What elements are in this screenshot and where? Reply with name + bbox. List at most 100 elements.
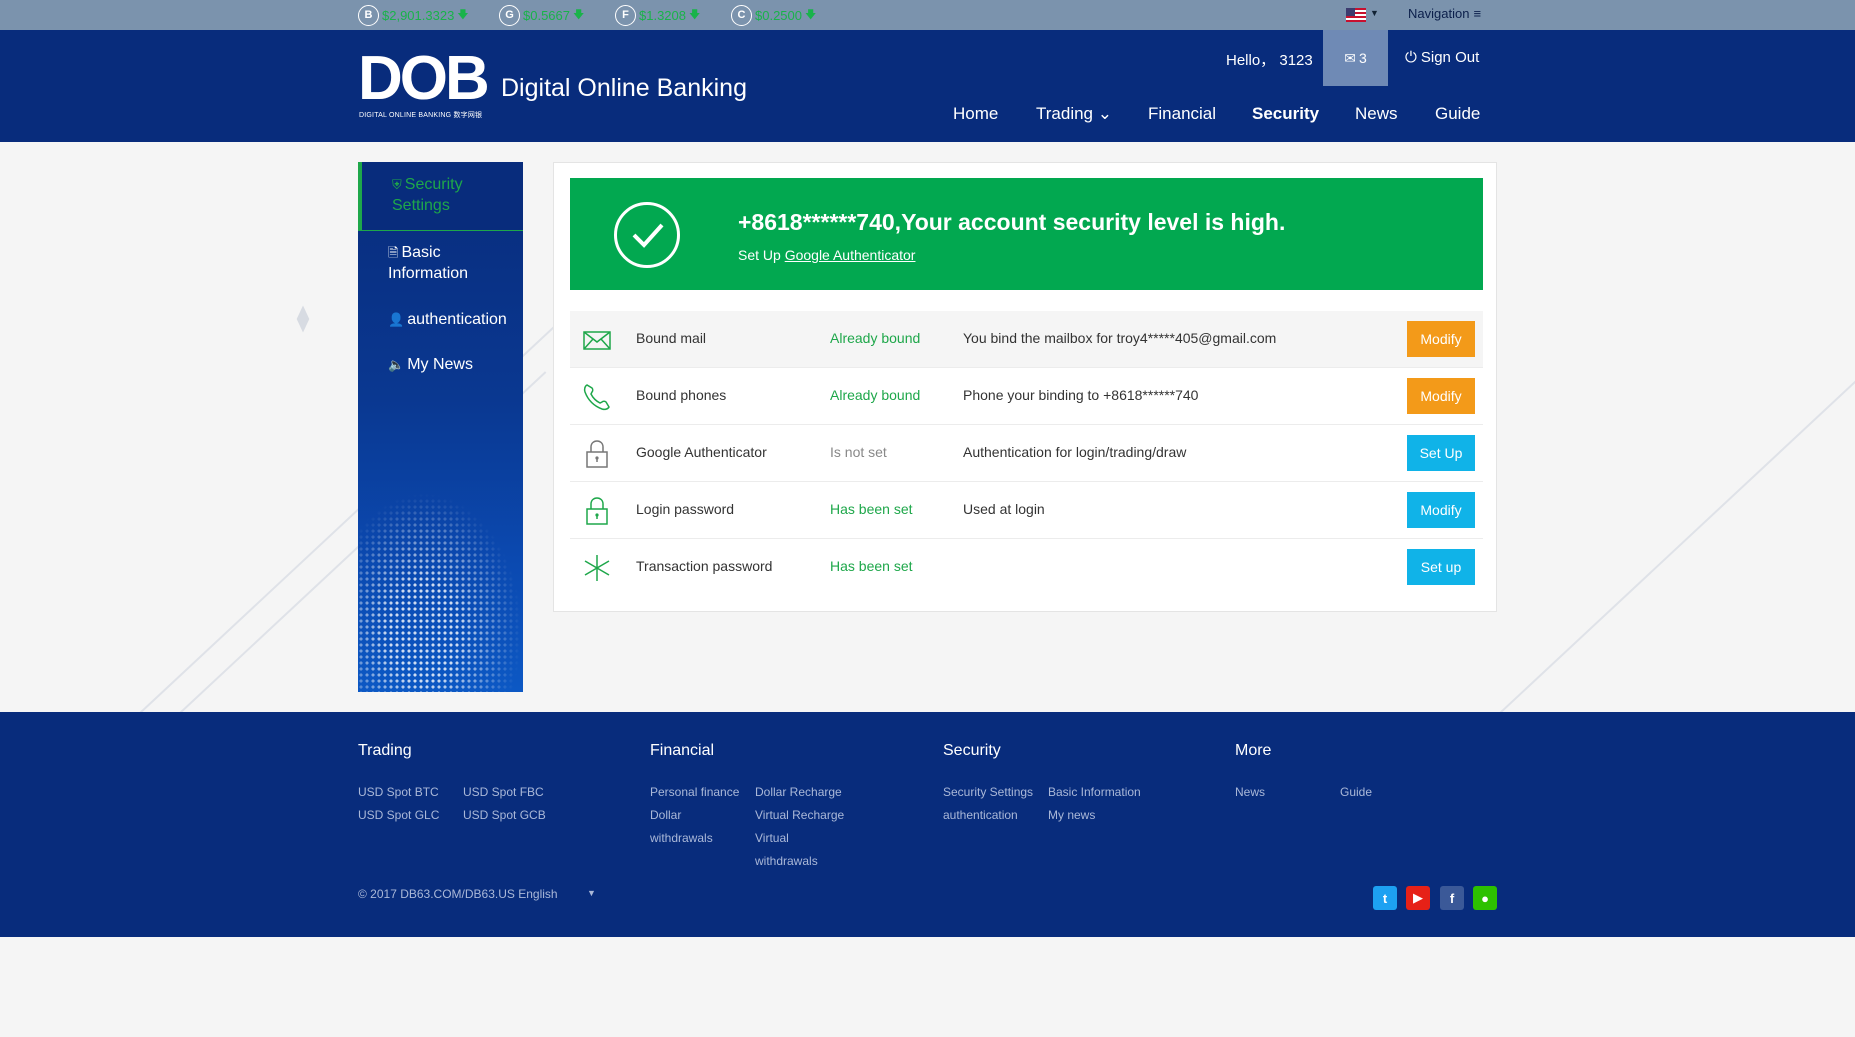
footer-link[interactable]: USD Spot GLC	[358, 808, 439, 822]
sidebar-item-label: authentication	[407, 311, 507, 328]
sign-out-button[interactable]: ⏻ Sign Out	[1405, 49, 1479, 66]
footer-link[interactable]: Personal finance	[650, 785, 739, 799]
footer-link[interactable]: Virtual	[755, 831, 789, 845]
ticker-item[interactable]: B $2,901.3323 🡇	[358, 4, 469, 26]
speaker-icon: 🔈	[388, 357, 405, 372]
nav-security[interactable]: Security	[1252, 104, 1319, 124]
setup-google-authenticator-button[interactable]: Set Up	[1407, 435, 1475, 471]
google-authenticator-link[interactable]: Google Authenticator	[785, 247, 916, 263]
footer-link[interactable]: withdrawals	[755, 854, 818, 868]
footer-heading-financial: Financial	[650, 742, 715, 759]
footer-link[interactable]: Guide	[1340, 785, 1372, 799]
arrow-down-icon: 🡇	[457, 8, 469, 21]
footer-link[interactable]: News	[1235, 785, 1265, 799]
footer-heading-trading: Trading	[358, 742, 412, 759]
row-status: Already bound	[830, 387, 921, 403]
footer-link[interactable]: USD Spot FBC	[463, 785, 544, 799]
asterisk-icon	[584, 555, 610, 581]
shield-icon: ⛨	[392, 177, 402, 192]
ticker-item[interactable]: C $0.2500 🡇	[731, 4, 816, 26]
modify-phone-button[interactable]: Modify	[1407, 378, 1475, 414]
us-flag-icon[interactable]	[1346, 8, 1366, 22]
footer-link[interactable]: USD Spot GCB	[463, 808, 546, 822]
ticker-item[interactable]: G $0.5667 🡇	[499, 4, 584, 26]
footer-link[interactable]: Dollar	[650, 808, 681, 822]
logo[interactable]: DOB DIGITAL ONLINE BANKING 数字网银	[358, 48, 490, 120]
chevron-down-icon: ⌄	[1097, 104, 1112, 123]
footer-link[interactable]: Virtual Recharge	[755, 808, 844, 822]
footer-link[interactable]: Dollar Recharge	[755, 785, 842, 799]
ticker-price: $0.2500	[755, 7, 802, 23]
sidebar-item-label: Security Settings	[392, 176, 463, 214]
wechat-icon[interactable]: ●	[1473, 886, 1497, 910]
language-caret-icon[interactable]: ▼	[587, 888, 596, 898]
sidebar-item-my-news[interactable]: 🔈 My News	[358, 354, 523, 375]
footer-link[interactable]: authentication	[943, 808, 1018, 822]
footer-link[interactable]: My news	[1048, 808, 1095, 822]
nav-news[interactable]: News	[1355, 104, 1398, 124]
bitcoin-icon: B	[358, 4, 379, 26]
facebook-icon[interactable]: f	[1440, 886, 1464, 910]
power-icon: ⏻	[1405, 49, 1417, 66]
footer-link[interactable]: Basic Information	[1048, 785, 1141, 799]
setup-prefix: Set Up	[738, 247, 785, 263]
security-level-title: +8618******740,Your account security lev…	[738, 209, 1286, 235]
row-status: Has been set	[830, 501, 913, 517]
row-status: Is not set	[830, 444, 887, 460]
site-header: DOB DIGITAL ONLINE BANKING 数字网银 Digital …	[0, 30, 1855, 142]
ticker-price: $2,901.3323	[382, 7, 455, 23]
youtube-icon[interactable]: ▶	[1406, 886, 1430, 910]
sidebar-item-authentication[interactable]: 👤 authentication	[358, 309, 523, 330]
nav-trading[interactable]: Trading ⌄	[1036, 104, 1112, 124]
security-row-bound-mail: Bound mail Already bound You bind the ma…	[570, 311, 1483, 368]
row-name: Bound mail	[636, 330, 707, 346]
security-panel: +8618******740,Your account security lev…	[553, 162, 1497, 612]
footer-heading-security: Security	[943, 742, 1001, 759]
hamburger-icon: ≡	[1473, 6, 1482, 21]
price-ticker-bar: B $2,901.3323 🡇 G $0.5667 🡇 F $1.3208 🡇 …	[0, 0, 1855, 30]
ticker-item[interactable]: F $1.3208 🡇	[615, 4, 700, 26]
row-description: You bind the mailbox for troy4*****405@g…	[963, 330, 1277, 346]
message-count: 3	[1358, 50, 1367, 66]
coin-c-icon: C	[731, 4, 752, 26]
arrow-down-icon: 🡇	[689, 8, 701, 21]
arrow-down-icon: 🡇	[573, 8, 585, 21]
footer-link[interactable]: Security Settings	[943, 785, 1033, 799]
footer-link[interactable]: withdrawals	[650, 831, 713, 845]
row-name: Login password	[636, 501, 735, 517]
security-level-banner: +8618******740,Your account security lev…	[570, 178, 1483, 290]
row-description: Used at login	[963, 501, 1045, 517]
document-icon: 🗎	[388, 245, 399, 260]
row-status: Already bound	[830, 330, 921, 346]
checkmark-icon	[614, 202, 680, 268]
twitter-icon[interactable]: t	[1373, 886, 1397, 910]
nav-home[interactable]: Home	[953, 104, 998, 124]
footer-link[interactable]: USD Spot BTC	[358, 785, 439, 799]
background-decor-shape	[296, 305, 310, 333]
arrow-down-icon: 🡇	[805, 8, 817, 21]
modify-login-password-button[interactable]: Modify	[1407, 492, 1475, 528]
row-status: Has been set	[830, 558, 913, 574]
nav-financial[interactable]: Financial	[1148, 104, 1216, 124]
caret-down-icon[interactable]: ▼	[1370, 8, 1379, 18]
sidebar-item-label: Basic Information	[388, 244, 469, 282]
security-row-login-password: Login password Has been set Used at logi…	[570, 482, 1483, 539]
footer-heading-more: More	[1235, 742, 1272, 759]
logo-subtitle: DIGITAL ONLINE BANKING 数字网银	[359, 112, 483, 119]
row-name: Bound phones	[636, 387, 727, 403]
user-greeting: Hello， 3123	[1226, 52, 1313, 69]
nav-guide[interactable]: Guide	[1435, 104, 1480, 124]
navigation-menu[interactable]: Navigation ≡	[1408, 6, 1481, 21]
modify-mail-button[interactable]: Modify	[1407, 321, 1475, 357]
security-row-transaction-password: Transaction password Has been set Set up	[570, 539, 1483, 596]
sidebar-item-security-settings[interactable]: ⛨ Security Settings	[358, 162, 523, 231]
envelope-icon	[583, 331, 611, 350]
messages-button[interactable]: ✉ 3	[1323, 30, 1388, 86]
envelope-icon: ✉	[1344, 49, 1356, 66]
sidebar-item-basic-information[interactable]: 🗎 Basic Information	[358, 242, 523, 284]
security-level-subtitle: Set Up Google Authenticator	[738, 247, 915, 263]
security-row-bound-phones: Bound phones Already bound Phone your bi…	[570, 368, 1483, 425]
user-icon: 👤	[388, 312, 405, 327]
site-footer: Trading USD Spot BTC USD Spot FBC USD Sp…	[0, 712, 1855, 937]
setup-transaction-password-button[interactable]: Set up	[1407, 549, 1475, 585]
